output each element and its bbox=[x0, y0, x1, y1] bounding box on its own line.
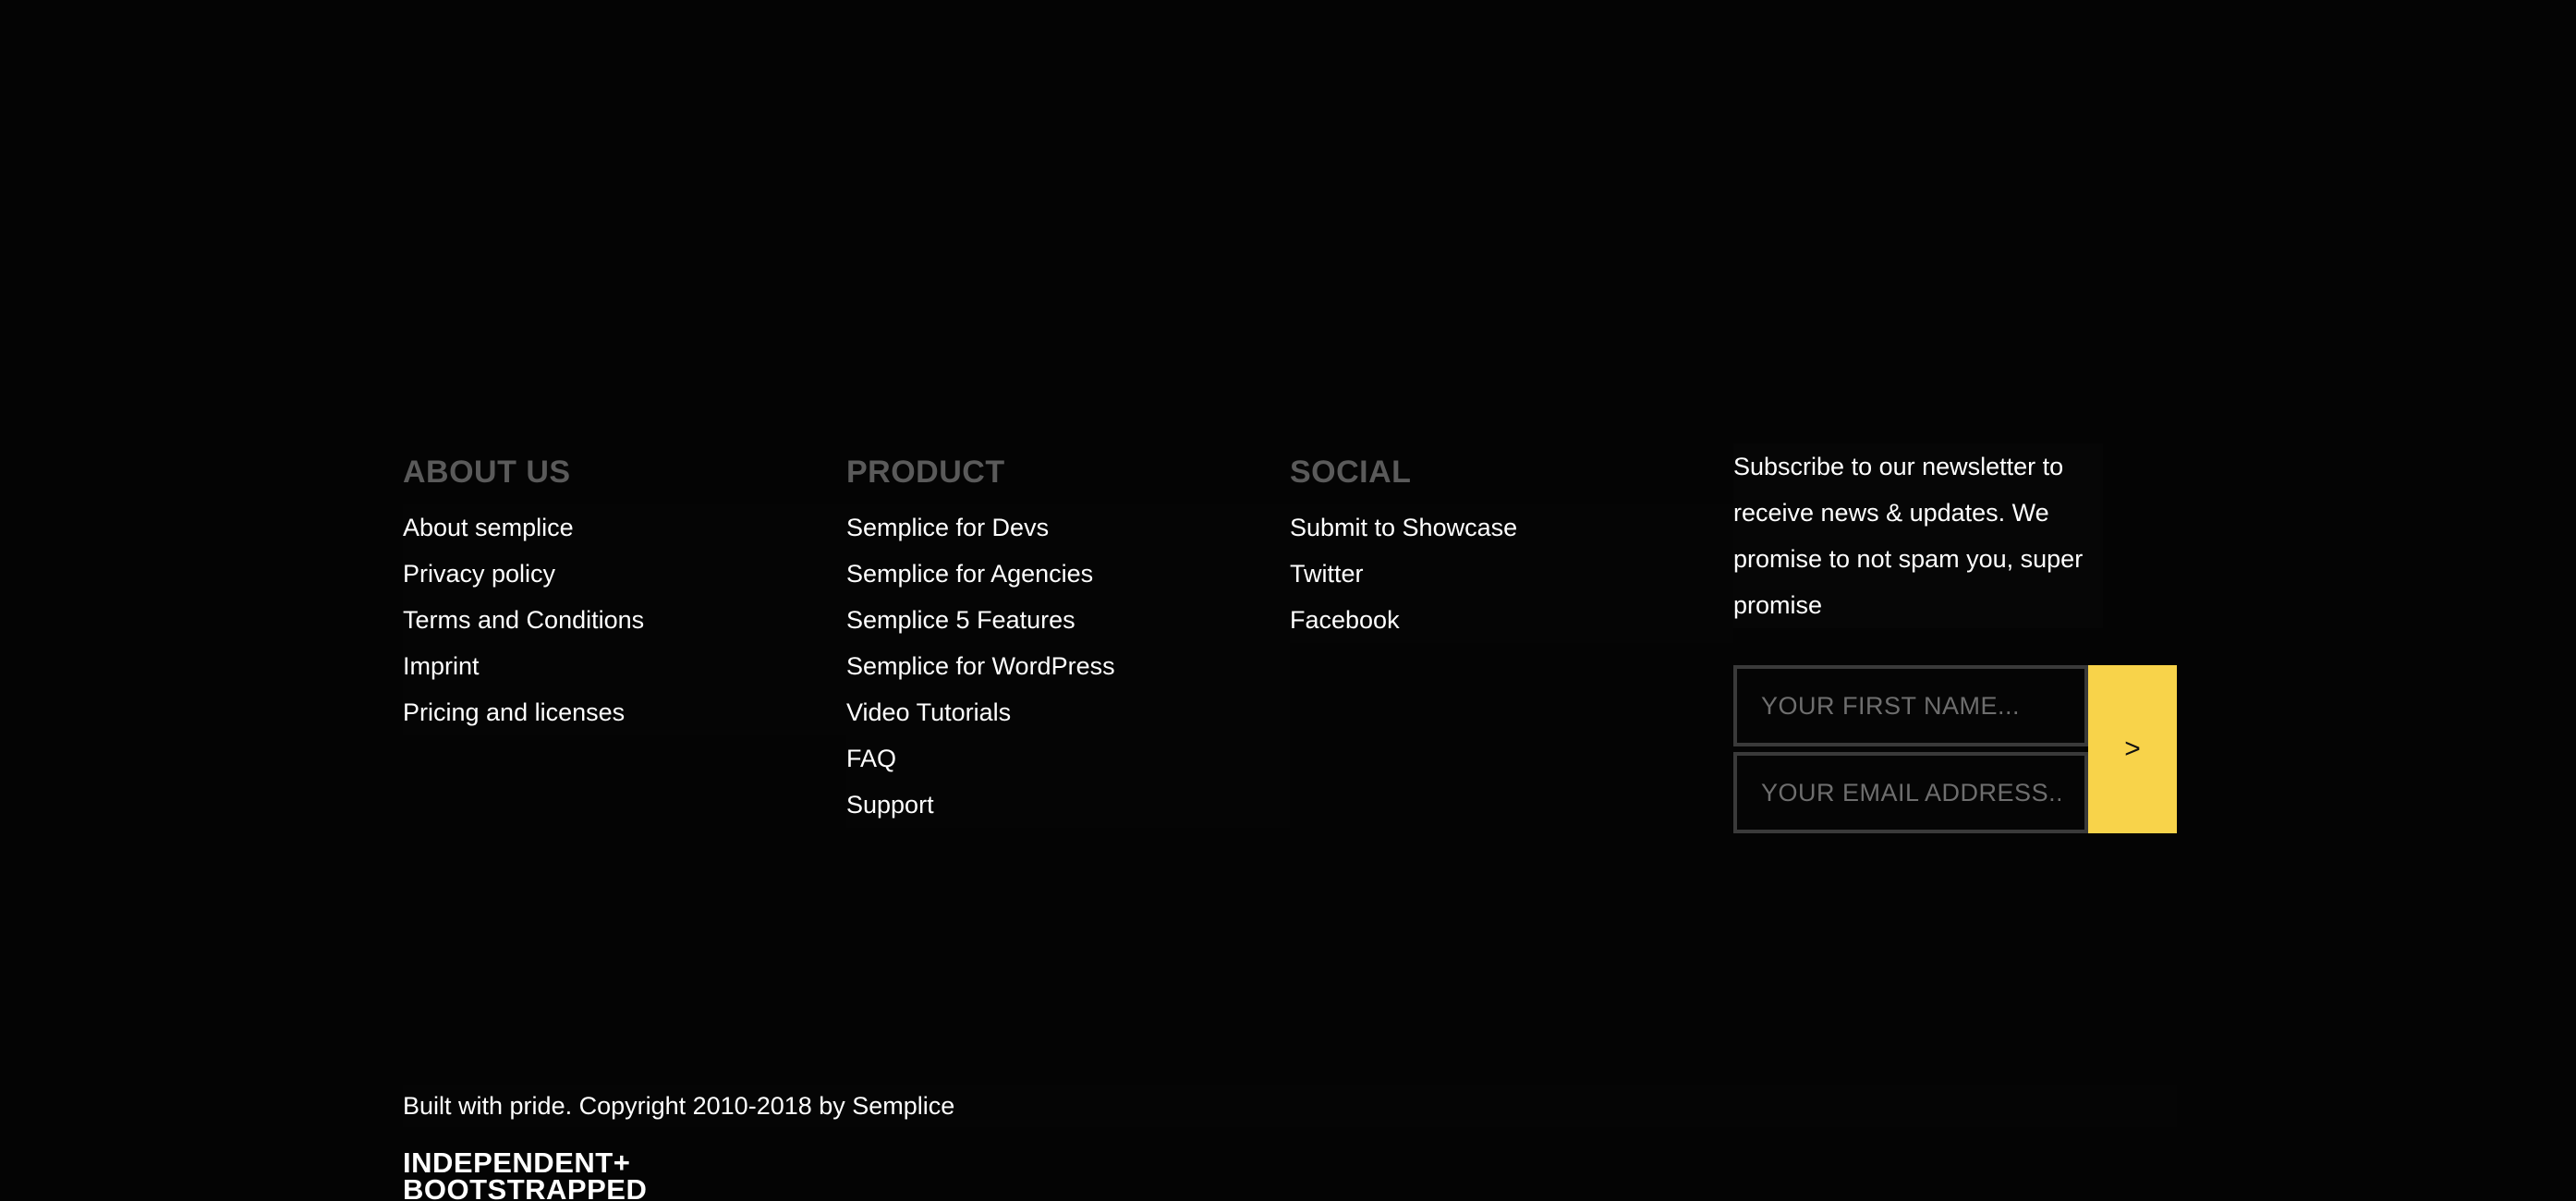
facebook-link[interactable]: Facebook bbox=[1290, 606, 1400, 634]
imprint-link[interactable]: Imprint bbox=[403, 652, 480, 680]
list-item: FAQ bbox=[846, 735, 1290, 782]
social-links: Submit to Showcase Twitter Facebook bbox=[1290, 504, 1733, 643]
list-item: Support bbox=[846, 782, 1290, 828]
page: ABOUT US About semplice Privacy policy T… bbox=[0, 0, 2576, 1201]
badge-line-2: BOOTSTRAPPED bbox=[403, 1173, 648, 1201]
list-item: About semplice bbox=[403, 504, 846, 551]
list-item: Pricing and licenses bbox=[403, 689, 846, 735]
about-heading: ABOUT US bbox=[403, 455, 571, 490]
terms-link[interactable]: Terms and Conditions bbox=[403, 606, 644, 634]
product-heading: PRODUCT bbox=[846, 455, 1005, 490]
subscribe-button[interactable]: > bbox=[2088, 665, 2177, 833]
faq-link[interactable]: FAQ bbox=[846, 745, 896, 772]
list-item: Semplice 5 Features bbox=[846, 597, 1290, 643]
pricing-link[interactable]: Pricing and licenses bbox=[403, 698, 625, 726]
copyright-text: Built with pride. Copyright 2010-2018 by… bbox=[403, 1085, 2177, 1127]
list-item: Semplice for Devs bbox=[846, 504, 1290, 551]
list-item: Imprint bbox=[403, 643, 846, 689]
semplice-wordpress-link[interactable]: Semplice for WordPress bbox=[846, 652, 1115, 680]
semplice-features-link[interactable]: Semplice 5 Features bbox=[846, 606, 1075, 634]
newsletter-description: Subscribe to our newsletter to receive n… bbox=[1733, 443, 2103, 628]
submit-showcase-link[interactable]: Submit to Showcase bbox=[1290, 514, 1517, 541]
privacy-policy-link[interactable]: Privacy policy bbox=[403, 560, 555, 588]
newsletter-column: Subscribe to our newsletter to receive n… bbox=[1733, 443, 2177, 833]
independent-bootstrapped-badge: INDEPENDENT+ BOOTSTRAPPED bbox=[403, 1149, 680, 1201]
list-item: Submit to Showcase bbox=[1290, 504, 1733, 551]
email-input[interactable] bbox=[1733, 752, 2088, 833]
about-semplice-link[interactable]: About semplice bbox=[403, 514, 574, 541]
list-item: Semplice for Agencies bbox=[846, 551, 1290, 597]
newsletter-form: > bbox=[1733, 665, 2177, 833]
product-column: PRODUCT Semplice for Devs Semplice for A… bbox=[846, 443, 1290, 828]
list-item: Video Tutorials bbox=[846, 689, 1290, 735]
list-item: Privacy policy bbox=[403, 551, 846, 597]
video-tutorials-link[interactable]: Video Tutorials bbox=[846, 698, 1011, 726]
list-item: Terms and Conditions bbox=[403, 597, 846, 643]
first-name-input[interactable] bbox=[1733, 665, 2088, 746]
social-column: SOCIAL Submit to Showcase Twitter Facebo… bbox=[1290, 443, 1733, 643]
support-link[interactable]: Support bbox=[846, 791, 934, 819]
twitter-link[interactable]: Twitter bbox=[1290, 560, 1364, 588]
about-links: About semplice Privacy policy Terms and … bbox=[403, 504, 846, 735]
semplice-devs-link[interactable]: Semplice for Devs bbox=[846, 514, 1049, 541]
about-column: ABOUT US About semplice Privacy policy T… bbox=[403, 443, 846, 735]
badge-line-1: INDEPENDENT+ bbox=[403, 1149, 631, 1179]
list-item: Facebook bbox=[1290, 597, 1733, 643]
product-links: Semplice for Devs Semplice for Agencies … bbox=[846, 504, 1290, 828]
list-item: Semplice for WordPress bbox=[846, 643, 1290, 689]
list-item: Twitter bbox=[1290, 551, 1733, 597]
footer-columns: ABOUT US About semplice Privacy policy T… bbox=[403, 443, 2177, 850]
social-heading: SOCIAL bbox=[1290, 455, 1412, 490]
semplice-agencies-link[interactable]: Semplice for Agencies bbox=[846, 560, 1093, 588]
